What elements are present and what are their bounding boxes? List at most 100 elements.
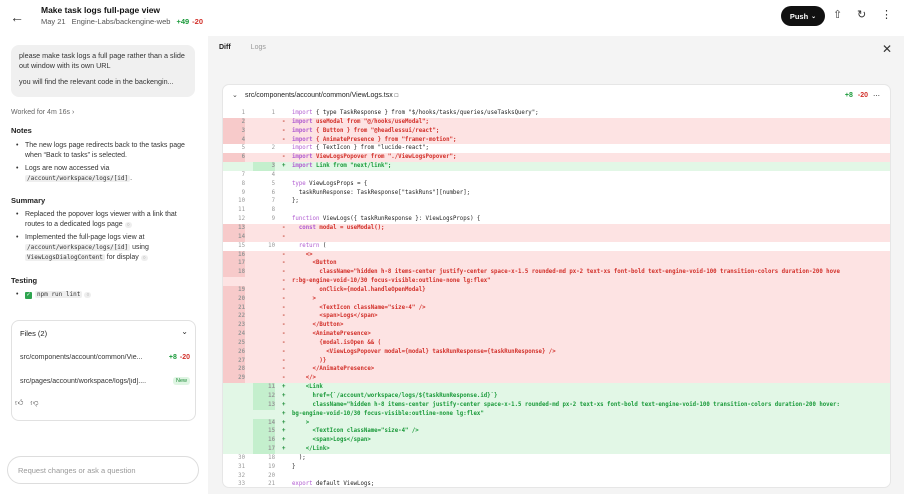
- diff-code: <TextIcon className="size-4" />: [292, 304, 426, 311]
- diff-code: {modal.isOpen && (: [292, 339, 382, 346]
- chevron-down-icon[interactable]: ⌄: [232, 91, 238, 99]
- summary-text: Replaced the popover logs viewer with a …: [25, 211, 177, 228]
- file-deletions: -20: [179, 354, 190, 361]
- file-row[interactable]: src/pages/account/workspace/logs/[id]...…: [20, 377, 190, 385]
- tab-diff[interactable]: Diff: [219, 44, 231, 51]
- pull-request-icon[interactable]: ↻: [857, 8, 866, 21]
- new-badge: New: [172, 377, 190, 385]
- diff-line: 29 - </>: [223, 374, 890, 384]
- citation-icon[interactable]: ○: [84, 292, 92, 298]
- diff-line: 25 - {modal.isOpen && (: [223, 338, 890, 348]
- old-line-number: 15: [238, 242, 245, 249]
- diff-sign: -: [282, 331, 286, 338]
- panel-tabs: Diff Logs: [219, 44, 266, 51]
- diff-sign: -: [282, 136, 286, 143]
- new-line-number: 8: [271, 207, 275, 214]
- chevron-right-icon: ›: [71, 109, 75, 116]
- diff-code: return (: [292, 242, 327, 249]
- diff-panel: Diff Logs ✕ ⌄ src/components/account/com…: [208, 36, 904, 494]
- file-stats: +8 -20: [169, 354, 190, 361]
- citation-icon[interactable]: ○: [124, 222, 132, 228]
- note-text: The new logs page redirects back to the …: [25, 142, 185, 159]
- diff-sign: +: [282, 163, 286, 170]
- old-line-number: 14: [223, 232, 245, 242]
- old-line-number: 26: [223, 347, 245, 357]
- inline-code: /account/workspace/logs/[id]: [25, 175, 131, 182]
- diff-line: 17 - <Button: [223, 259, 890, 269]
- more-icon[interactable]: ⋯: [873, 92, 880, 100]
- repo-name[interactable]: Engine-Labs/backengine-web: [72, 17, 171, 26]
- old-line-number: 29: [223, 374, 245, 384]
- push-button[interactable]: Push ⌄: [781, 6, 825, 26]
- note-text: .: [130, 175, 133, 182]
- old-line-number: 31: [238, 463, 245, 470]
- new-line-number: 1: [271, 110, 275, 116]
- diff-line: 6 - import ViewLogsPopover from "./ViewLog…: [223, 153, 890, 163]
- new-line-number: 16: [253, 436, 275, 446]
- file-row[interactable]: src/components/account/common/Vie... +8-…: [20, 354, 190, 361]
- old-line-number: 21: [223, 303, 245, 313]
- copy-icon[interactable]: □: [395, 93, 399, 99]
- list-item: Logs are now accessed via /account/works…: [16, 164, 198, 184]
- diff-code: className="hidden h-8 items-center justi…: [292, 269, 840, 276]
- diff-code: >: [292, 419, 310, 426]
- tab-logs[interactable]: Logs: [251, 44, 266, 51]
- diff-sign: -: [282, 251, 286, 258]
- more-icon[interactable]: ⋮: [881, 8, 892, 21]
- diff-code: <span>Logs</span>: [292, 437, 371, 444]
- list-item: Replaced the popover logs viewer with a …: [16, 210, 198, 230]
- task-title: Make task logs full-page view: [41, 5, 161, 15]
- diff-sign: -: [282, 278, 286, 285]
- testing-heading: Testing: [11, 276, 38, 285]
- diff-line: 13 - const modal = useModal();: [223, 223, 890, 233]
- files-panel: Files (2) ⌄ src/components/account/commo…: [11, 320, 196, 421]
- back-arrow-icon[interactable]: ←: [10, 9, 24, 25]
- diff-code: )}: [292, 357, 327, 364]
- thumbs-down-icon[interactable]: 👎︎: [30, 398, 38, 408]
- new-line-number: 4: [271, 171, 275, 178]
- diff-sign: +: [282, 437, 286, 444]
- old-line-number: 12: [238, 216, 245, 223]
- diff-lines: 1 1 import { type TaskResponse } from "$/h…: [223, 109, 890, 487]
- composer-input[interactable]: [18, 457, 198, 483]
- chevron-down-icon[interactable]: ⌄: [181, 327, 188, 336]
- diff-line: 14 -: [223, 232, 890, 242]
- share-icon[interactable]: ⇧: [833, 8, 842, 21]
- citation-icon[interactable]: ○: [140, 255, 148, 261]
- new-line-number: 12: [253, 392, 275, 401]
- diff-code: const modal = useModal();: [292, 224, 385, 231]
- diff-code: <Button: [292, 260, 337, 267]
- chat-panel: please make task logs a full page rather…: [0, 36, 208, 494]
- diff-code: type ViewLogsProps = {: [292, 180, 368, 187]
- old-line-number: 24: [223, 330, 245, 339]
- old-line-number: 2: [223, 117, 245, 127]
- diff-line: 16 - <>: [223, 250, 890, 260]
- diff-line: 5 2 import { TextIcon } from "lucide-react…: [223, 144, 890, 153]
- diff-code: r:bg-engine-void-10/30 focus-visible:out…: [292, 278, 491, 285]
- diff-code: import useModal from "@/hooks/useModal";: [292, 118, 429, 125]
- composer: [7, 456, 199, 484]
- worked-for-toggle[interactable]: Worked for 4m 16s ›: [11, 109, 74, 116]
- user-message-line: you will find the relevant code in the b…: [19, 77, 174, 86]
- old-line-number: 5: [241, 145, 245, 152]
- diff-line: 15 10 return (: [223, 242, 890, 251]
- diff-code: </>: [292, 375, 316, 382]
- diff-line: 74: [223, 171, 890, 180]
- diff-code: </AnimatePresence>: [292, 366, 375, 373]
- summary-text: Implemented the full-page logs view at: [25, 234, 145, 241]
- close-icon[interactable]: ✕: [882, 42, 892, 56]
- files-heading: Files (2): [20, 329, 48, 338]
- diff-line: + bg-engine-void-10/30 focus-visible:outl…: [223, 409, 890, 419]
- feedback-buttons: 👍︎ 👎︎: [15, 398, 39, 408]
- thumbs-up-icon[interactable]: 👍︎: [15, 398, 23, 408]
- old-line-number: 9: [241, 189, 245, 196]
- file-diff-stats: +8 -20 ⋯: [845, 92, 880, 100]
- diff-line: 10 7};: [223, 197, 890, 206]
- check-icon: ✓: [25, 292, 32, 299]
- old-line-number: 22: [223, 312, 245, 322]
- diff-sign: -: [282, 233, 286, 240]
- old-line-number: 25: [223, 338, 245, 348]
- diff-code: function ViewLogs({ taskRunResponse }: V…: [292, 216, 481, 223]
- diff-sign: -: [282, 375, 286, 382]
- diff-line: 20 - >: [223, 294, 890, 304]
